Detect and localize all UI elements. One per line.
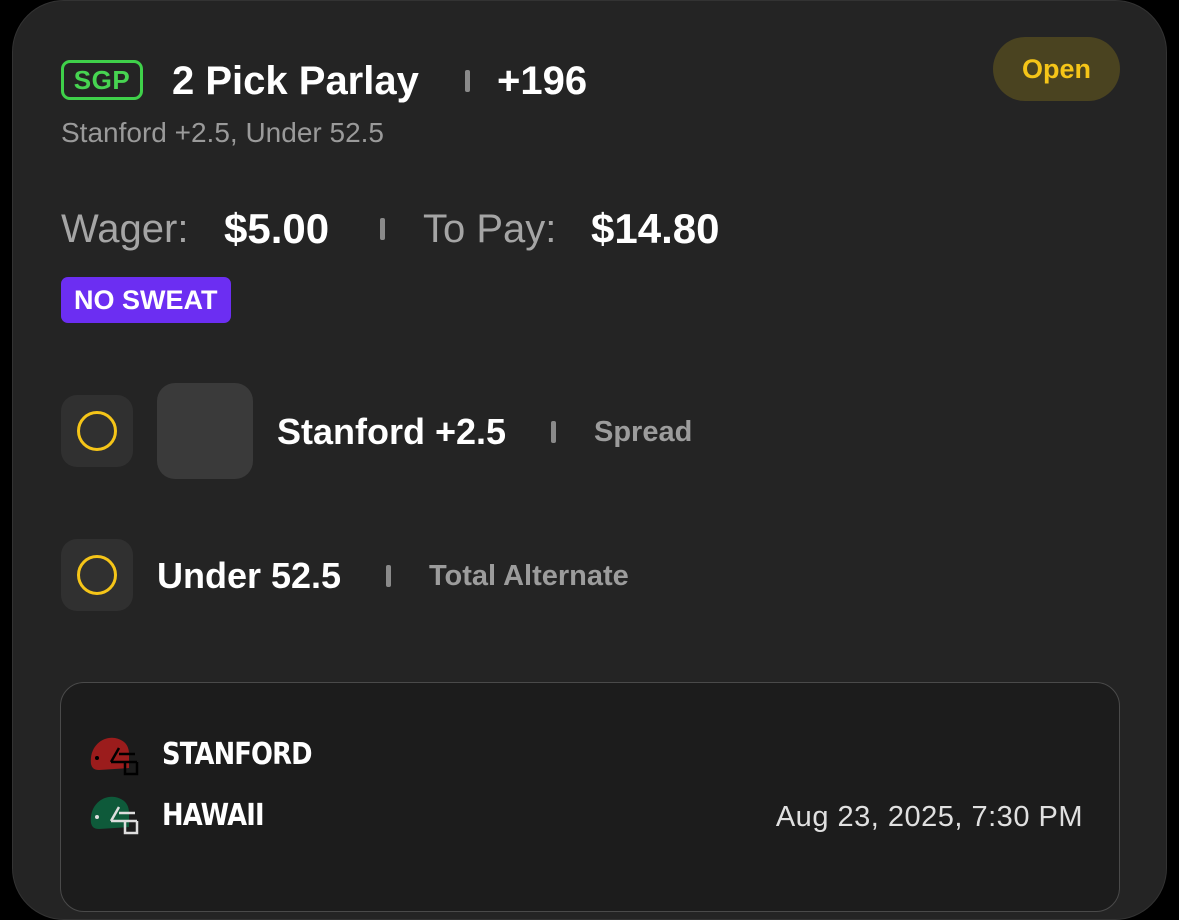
team-logo-placeholder [157,383,253,479]
team-name: STANFORD [162,737,313,772]
bet-card[interactable]: SGP 2 Pick Parlay +196 Stanford +2.5, Un… [12,0,1167,920]
status-badge: Open [993,37,1120,101]
open-circle-icon [77,411,117,451]
open-circle-icon [77,555,117,595]
wager-value: $5.00 [224,205,330,252]
to-pay-value: $14.80 [591,205,720,252]
wager-label: Wager: [61,207,189,251]
pick-label: Stanford +2.5 [277,411,507,452]
pick-status-indicator [61,539,133,611]
no-sweat-badge: NO SWEAT [61,277,231,323]
game-datetime: Aug 23, 2025, 7:30 PM [775,801,1083,833]
to-pay-label: To Pay: [423,207,557,251]
pick-label: Under 52.5 [157,555,342,596]
team-name: HAWAII [162,798,265,833]
wager-divider [380,218,385,240]
game-info-panel[interactable]: STANFORD HAWAII Aug 23, 2025, 7:30 PM [60,682,1120,912]
title-divider [465,70,470,92]
bet-odds: +196 [497,59,588,103]
pick-divider [551,421,556,443]
helmet-icon [90,737,139,776]
sgp-badge: SGP [61,60,143,100]
bet-title: 2 Pick Parlay [172,59,419,103]
pick-market: Spread [594,416,693,448]
helmet-icon [90,796,139,835]
pick-status-indicator [61,395,133,467]
bet-subtitle: Stanford +2.5, Under 52.5 [61,117,384,148]
pick-divider [386,565,391,587]
pick-market: Total Alternate [429,560,629,592]
